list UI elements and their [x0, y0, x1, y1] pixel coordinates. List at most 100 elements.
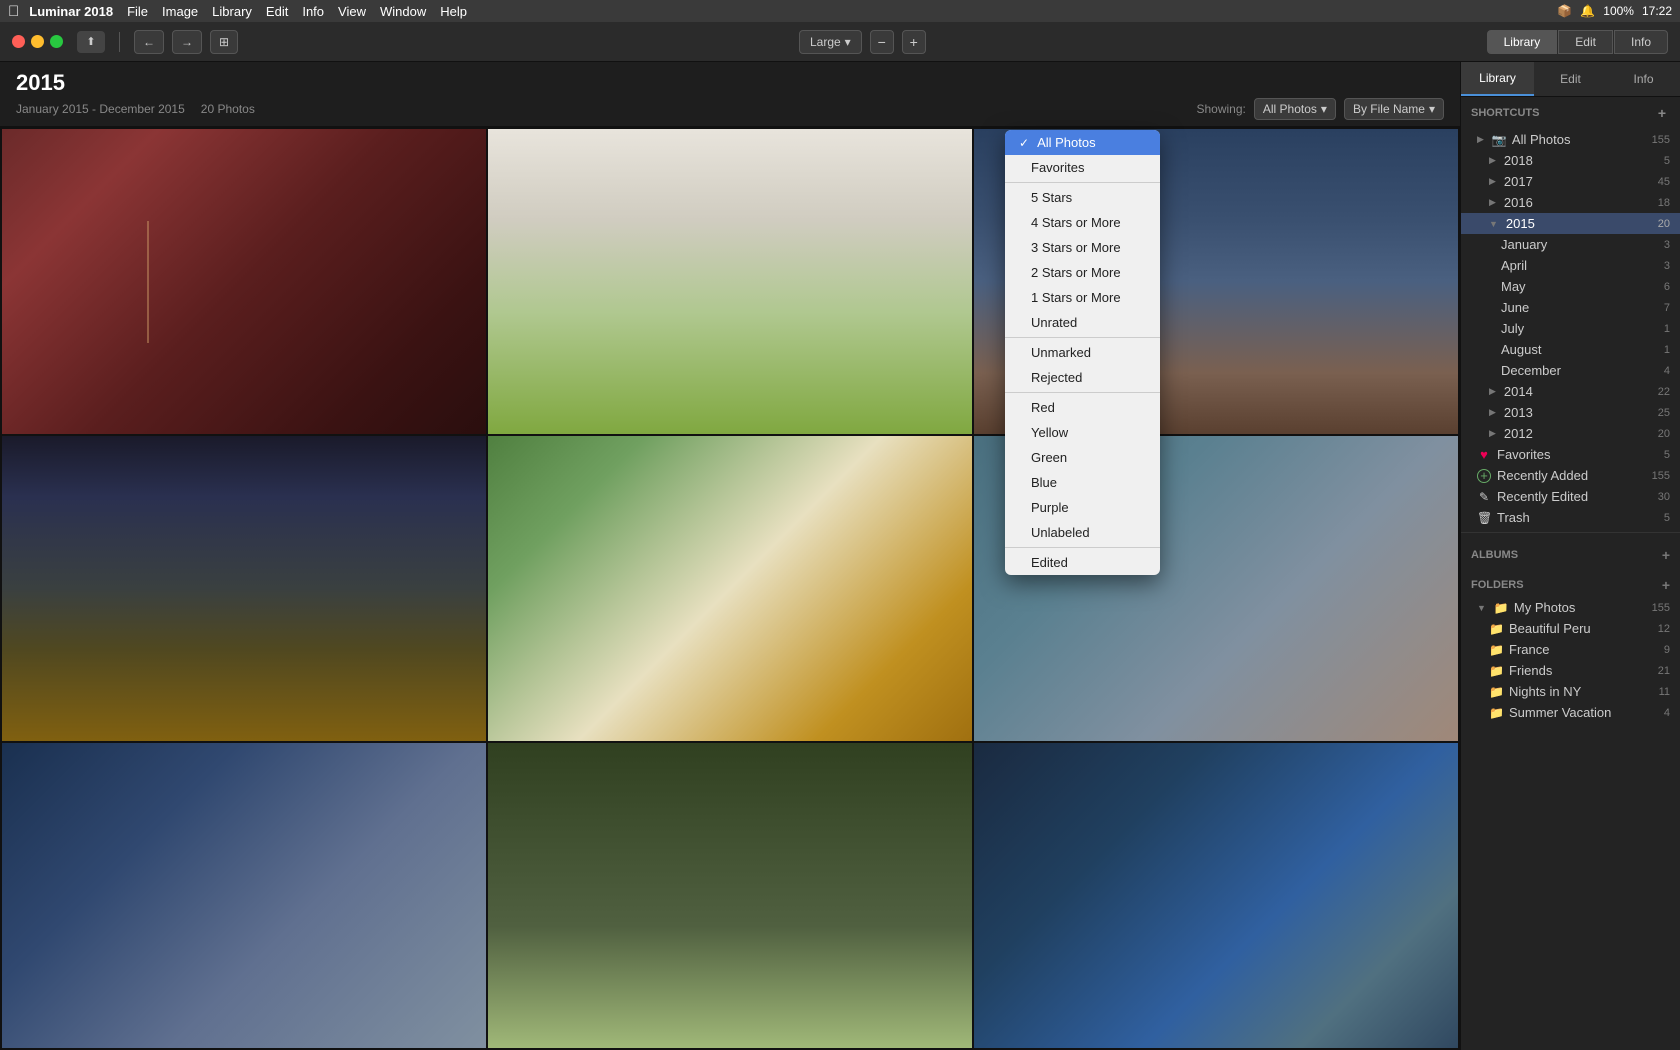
menu-info[interactable]: Info: [302, 4, 324, 19]
tab-edit[interactable]: Edit: [1558, 30, 1613, 54]
subheader-right: Showing: All Photos ▾ By File Name ▾: [1197, 98, 1445, 120]
photo-cell-4[interactable]: ⇌: [2, 436, 486, 741]
august-label: August: [1501, 342, 1541, 357]
dd-item-green[interactable]: Green: [1005, 445, 1160, 470]
upload-button[interactable]: ⬆: [77, 31, 105, 53]
dd-item-favorites[interactable]: Favorites: [1005, 155, 1160, 180]
dd-item-purple[interactable]: Purple: [1005, 495, 1160, 520]
menu-help[interactable]: Help: [440, 4, 467, 19]
minimize-button[interactable]: [31, 35, 44, 48]
sidebar-item-all-photos[interactable]: ▶ 📷 All Photos 155: [1461, 129, 1680, 150]
photo-cell-7[interactable]: ⇌: [2, 743, 486, 1048]
albums-add-button[interactable]: +: [1662, 547, 1670, 563]
content-header: 2015 January 2015 - December 2015 20 Pho…: [0, 62, 1460, 127]
year-2012-label: 2012: [1504, 426, 1533, 441]
sidebar-item-december[interactable]: December 4: [1461, 360, 1680, 381]
dd-item-2stars[interactable]: 2 Stars or More: [1005, 260, 1160, 285]
sidebar-item-2017[interactable]: ▶ 2017 45: [1461, 171, 1680, 192]
photo-cell-1[interactable]: [2, 129, 486, 434]
sidebar-item-recently-added[interactable]: + Recently Added 155: [1461, 465, 1680, 486]
zoom-plus-button[interactable]: +: [902, 30, 926, 54]
sidebar-folder-nights-in-ny[interactable]: 📁 Nights in NY 11: [1461, 681, 1680, 702]
sidebar-folder-summer-vacation[interactable]: 📁 Summer Vacation 4: [1461, 702, 1680, 723]
view-toggle-button[interactable]: ⊞: [210, 30, 238, 54]
sidebar-tab-edit[interactable]: Edit: [1534, 62, 1607, 96]
sidebar-folder-my-photos[interactable]: ▼ 📁 My Photos 155: [1461, 597, 1680, 618]
sidebar: Library Edit Info Shortcuts + ▶ 📷 All Ph…: [1460, 62, 1680, 1050]
forward-button[interactable]: →: [172, 30, 202, 54]
dd-item-rejected[interactable]: Rejected: [1005, 365, 1160, 390]
maximize-button[interactable]: [50, 35, 63, 48]
recently-edited-count: 30: [1658, 491, 1670, 503]
dd-item-unrated[interactable]: Unrated: [1005, 310, 1160, 335]
dd-item-blue[interactable]: Blue: [1005, 470, 1160, 495]
january-count: 3: [1664, 239, 1670, 251]
year-2016-count: 18: [1658, 197, 1670, 209]
menu-image[interactable]: Image: [162, 4, 198, 19]
dd-item-all-photos[interactable]: All Photos: [1005, 130, 1160, 155]
sidebar-item-may[interactable]: May 6: [1461, 276, 1680, 297]
sidebar-item-2012[interactable]: ▶ 2012 20: [1461, 423, 1680, 444]
sidebar-item-july[interactable]: July 1: [1461, 318, 1680, 339]
summer-vacation-count: 4: [1664, 707, 1670, 719]
content-area: 2015 January 2015 - December 2015 20 Pho…: [0, 62, 1460, 1050]
dd-item-red[interactable]: Red: [1005, 395, 1160, 420]
traffic-lights: [12, 35, 63, 48]
dd-item-3stars[interactable]: 3 Stars or More: [1005, 235, 1160, 260]
shortcuts-add-button[interactable]: +: [1654, 105, 1670, 121]
menu-app-name[interactable]: Luminar 2018: [29, 4, 113, 19]
photo-cell-8[interactable]: ⇌: [488, 743, 972, 1048]
menu-view[interactable]: View: [338, 4, 366, 19]
dd-item-unmarked[interactable]: Unmarked: [1005, 340, 1160, 365]
recently-added-icon: +: [1477, 469, 1491, 483]
menu-library[interactable]: Library: [212, 4, 252, 19]
menu-file[interactable]: File: [127, 4, 148, 19]
menu-edit[interactable]: Edit: [266, 4, 288, 19]
sidebar-item-trash[interactable]: 🗑 Trash 5: [1461, 507, 1680, 528]
photo-cell-2[interactable]: [488, 129, 972, 434]
zoom-minus-button[interactable]: −: [870, 30, 894, 54]
filter-dropdown[interactable]: All Photos ▾: [1254, 98, 1336, 120]
sort-dropdown[interactable]: By File Name ▾: [1344, 98, 1444, 120]
folders-add-button[interactable]: +: [1662, 577, 1670, 593]
year-2018-count: 5: [1664, 155, 1670, 167]
dd-item-4stars[interactable]: 4 Stars or More: [1005, 210, 1160, 235]
showing-label: Showing:: [1197, 102, 1246, 116]
dd-item-5stars[interactable]: 5 Stars: [1005, 185, 1160, 210]
sidebar-item-2016[interactable]: ▶ 2016 18: [1461, 192, 1680, 213]
sidebar-item-recently-edited[interactable]: ✎ Recently Edited 30: [1461, 486, 1680, 507]
year-2012-count: 20: [1658, 428, 1670, 440]
photo-cell-9[interactable]: [974, 743, 1458, 1048]
dd-item-1stars[interactable]: 1 Stars or More: [1005, 285, 1160, 310]
tab-info[interactable]: Info: [1614, 30, 1668, 54]
sidebar-item-april[interactable]: April 3: [1461, 255, 1680, 276]
sidebar-item-august[interactable]: August 1: [1461, 339, 1680, 360]
close-button[interactable]: [12, 35, 25, 48]
dd-item-edited[interactable]: Edited: [1005, 550, 1160, 575]
photo-7: [2, 743, 486, 1048]
sidebar-item-2018[interactable]: ▶ 2018 5: [1461, 150, 1680, 171]
sidebar-item-june[interactable]: June 7: [1461, 297, 1680, 318]
size-selector[interactable]: Large ▾: [799, 30, 862, 54]
sidebar-item-2014[interactable]: ▶ 2014 22: [1461, 381, 1680, 402]
sidebar-folder-friends[interactable]: 📁 Friends 21: [1461, 660, 1680, 681]
tab-library[interactable]: Library: [1487, 30, 1558, 54]
sidebar-folder-france[interactable]: 📁 France 9: [1461, 639, 1680, 660]
menubar:  Luminar 2018 File Image Library Edit I…: [0, 0, 1680, 22]
dd-item-yellow[interactable]: Yellow: [1005, 420, 1160, 445]
sidebar-item-january[interactable]: January 3: [1461, 234, 1680, 255]
sidebar-folder-beautiful-peru[interactable]: 📁 Beautiful Peru 12: [1461, 618, 1680, 639]
albums-section-header: Albums +: [1461, 537, 1680, 567]
trash-icon: 🗑: [1477, 511, 1491, 525]
sidebar-item-2015[interactable]: ▼ 2015 20: [1461, 213, 1680, 234]
back-button[interactable]: ←: [134, 30, 164, 54]
sidebar-item-favorites[interactable]: ♥ Favorites 5: [1461, 444, 1680, 465]
sidebar-tab-info[interactable]: Info: [1607, 62, 1680, 96]
menu-window[interactable]: Window: [380, 4, 426, 19]
photo-grid: ⇌ ⇌ ⇌ ⇌: [0, 127, 1460, 1050]
sidebar-item-2013[interactable]: ▶ 2013 25: [1461, 402, 1680, 423]
dd-item-unlabeled[interactable]: Unlabeled: [1005, 520, 1160, 545]
divider-1: [1461, 532, 1680, 533]
photo-cell-5[interactable]: ⇌: [488, 436, 972, 741]
sidebar-tab-library[interactable]: Library: [1461, 62, 1534, 96]
